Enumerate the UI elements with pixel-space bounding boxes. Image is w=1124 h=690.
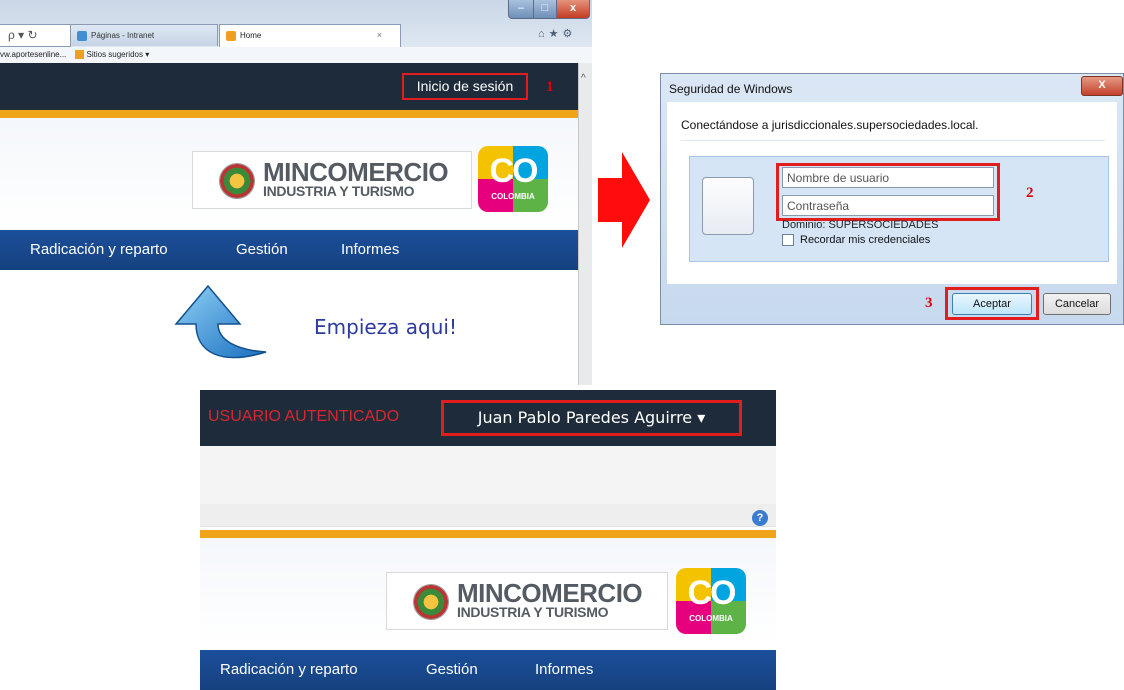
dialog-footer: 3 Aceptar Cancelar: [667, 284, 1117, 320]
address-bar[interactable]: ρ ▾ ↻: [0, 24, 71, 47]
annotation-step-2: 2: [1026, 185, 1034, 201]
minimize-button[interactable]: –: [508, 0, 534, 19]
user-tile-icon: [702, 177, 754, 235]
suggested-sites-link[interactable]: Sitios sugeridos ▾: [87, 50, 150, 59]
dialog-body: Conectándose a jurisdiccionales.supersoc…: [667, 102, 1117, 284]
search-refresh-icons[interactable]: ρ ▾ ↻: [8, 28, 38, 42]
annotation-highlight-accept: [945, 287, 1039, 320]
vertical-scrollbar[interactable]: ^: [578, 63, 592, 385]
red-right-arrow-icon: [598, 152, 650, 248]
favorite-site-link[interactable]: vw.aportesenline...: [0, 50, 66, 59]
co-logo-subtext: COLOMBIA: [689, 614, 733, 623]
home-favorites-tools-icons[interactable]: ⌂★⚙: [538, 27, 576, 40]
start-here-text: Empieza aqui!: [314, 315, 457, 339]
accent-stripe: [200, 530, 776, 538]
auth-top-bar: USUARIO AUTENTICADO Juan Pablo Paredes A…: [200, 390, 776, 446]
mincomercio-logo: MINCOMERCIO INDUSTRIA Y TURISMO: [386, 572, 668, 630]
maximize-button[interactable]: □: [533, 0, 557, 19]
remember-credentials[interactable]: Recordar mis credenciales: [782, 234, 931, 247]
curved-up-arrow-icon: [174, 284, 267, 359]
dialog-title: Seguridad de Windows: [669, 82, 793, 96]
divider: [681, 140, 1105, 141]
tab-close-icon[interactable]: ×: [377, 25, 382, 46]
nav-radicacion[interactable]: Radicación y reparto: [30, 230, 168, 270]
site-top-bar: Inicio de sesión 1: [0, 63, 578, 110]
annotation-highlight-fields: [776, 163, 1000, 221]
annotation-step-1: 1: [546, 79, 554, 95]
windows-security-dialog: Seguridad de Windows X Conectándose a ju…: [660, 73, 1124, 325]
tab-intranet[interactable]: Páginas - Intranet: [70, 24, 218, 46]
logo-subtitle: INDUSTRIA Y TURISMO: [263, 183, 415, 199]
browser-window: – □ x ρ ▾ ↻ Páginas - Intranet Home × ⌂★…: [0, 0, 592, 385]
colombia-co-logo: CO COLOMBIA: [676, 568, 746, 634]
co-logo-text: CO: [687, 574, 737, 612]
tab-intranet-label: Páginas - Intranet: [91, 31, 155, 40]
nav-informes[interactable]: Informes: [535, 650, 593, 690]
remember-label: Recordar mis credenciales: [800, 234, 931, 246]
scroll-up-arrow-icon[interactable]: ^: [581, 73, 586, 84]
credential-panel: Nombre de usuario Contraseña 2 Dominio: …: [689, 156, 1109, 262]
connecting-message: Conectándose a jurisdiccionales.supersoc…: [681, 118, 979, 132]
remember-checkbox[interactable]: [782, 234, 794, 247]
domain-text: Dominio: SUPERSOCIEDADES: [782, 219, 939, 231]
site-banner: MINCOMERCIO INDUSTRIA Y TURISMO CO COLOM…: [200, 538, 776, 646]
dialog-close-button[interactable]: X: [1081, 76, 1123, 96]
tab-home-label: Home: [240, 31, 262, 40]
site-tab-icon: [226, 30, 236, 41]
cancel-button[interactable]: Cancelar: [1043, 293, 1111, 315]
site-banner: MINCOMERCIO INDUSTRIA Y TURISMO CO COLOM…: [0, 118, 578, 230]
nav-gestion[interactable]: Gestión: [236, 230, 288, 270]
user-menu[interactable]: Juan Pablo Paredes Aguirre ▾: [441, 400, 742, 436]
colombia-co-logo: CO COLOMBIA: [478, 146, 548, 212]
help-icon[interactable]: ?: [752, 510, 768, 526]
toolbar-strip: [200, 504, 776, 526]
logo-subtitle: INDUSTRIA Y TURISMO: [457, 604, 609, 620]
nav-radicacion[interactable]: Radicación y reparto: [220, 650, 358, 690]
login-link[interactable]: Inicio de sesión: [402, 73, 528, 100]
co-logo-text: CO: [489, 152, 539, 190]
nav-gestion[interactable]: Gestión: [426, 650, 478, 690]
authenticated-user-label: USUARIO AUTENTICADO: [208, 408, 400, 425]
nav-informes[interactable]: Informes: [341, 230, 399, 270]
window-caption-buttons: – □ x: [508, 0, 590, 19]
tab-home[interactable]: Home ×: [219, 24, 401, 47]
close-window-button[interactable]: x: [556, 0, 590, 19]
annotation-step-3: 3: [925, 295, 933, 311]
suggested-sites-icon: [74, 50, 84, 60]
accent-stripe: [0, 110, 578, 118]
favorites-bar: vw.aportesenline... Sitios sugeridos ▾: [0, 47, 592, 64]
main-nav: Radicación y reparto Gestión Informes: [0, 230, 578, 270]
mincomercio-logo: MINCOMERCIO INDUSTRIA Y TURISMO: [192, 151, 472, 209]
authenticated-page: USUARIO AUTENTICADO Juan Pablo Paredes A…: [200, 390, 776, 690]
main-nav: Radicación y reparto Gestión Informes: [200, 650, 776, 690]
colombia-seal-icon: [219, 163, 255, 199]
ie-tab-icon: [77, 30, 87, 41]
colombia-seal-icon: [413, 584, 449, 620]
co-logo-subtext: COLOMBIA: [491, 192, 535, 201]
